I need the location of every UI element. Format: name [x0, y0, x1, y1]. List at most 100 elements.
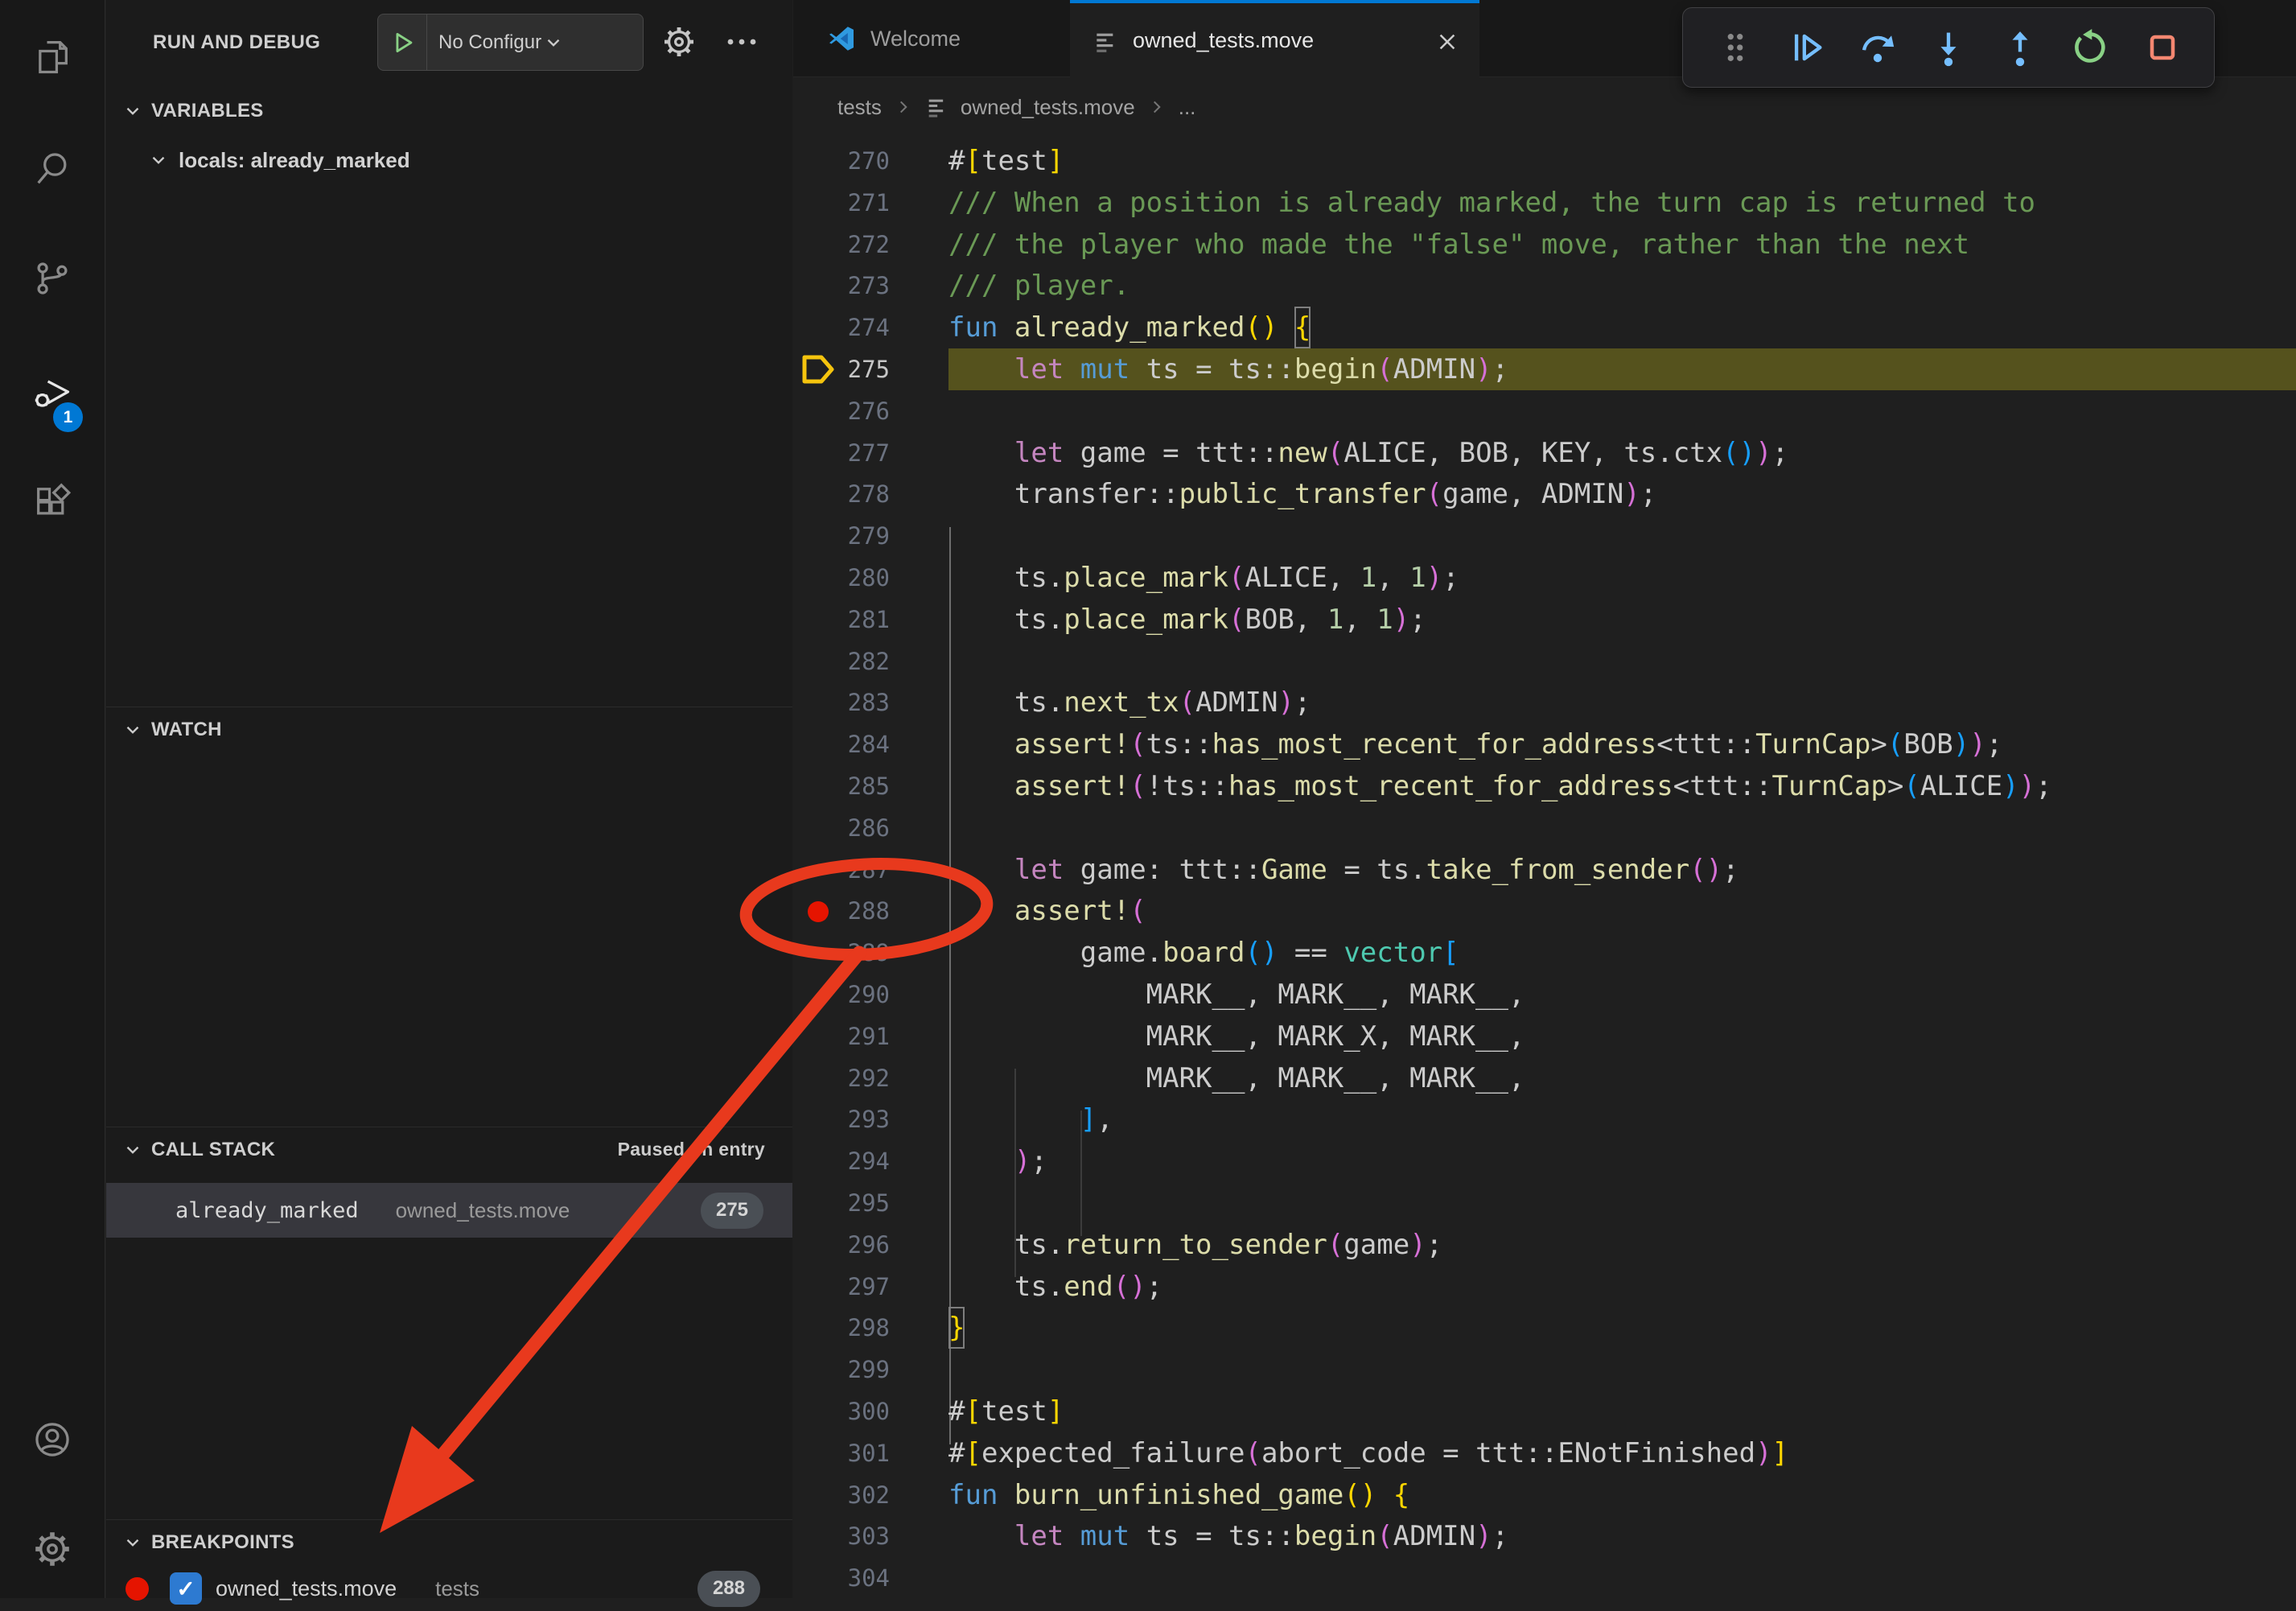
line-number[interactable]: 285: [793, 765, 890, 807]
code-line[interactable]: 299: [793, 1349, 2296, 1391]
explorer-icon[interactable]: [31, 35, 73, 77]
line-number[interactable]: 302: [793, 1474, 890, 1516]
line-number[interactable]: 272: [793, 224, 890, 266]
code-line[interactable]: 271/// When a position is already marked…: [793, 182, 2296, 224]
line-number[interactable]: 276: [793, 390, 890, 432]
tab-owned-tests[interactable]: owned_tests.move: [1070, 0, 1479, 78]
line-number[interactable]: 303: [793, 1515, 890, 1557]
line-number[interactable]: 271: [793, 182, 890, 224]
code-line[interactable]: 278 transfer::public_transfer(game, ADMI…: [793, 473, 2296, 515]
line-number[interactable]: 270: [793, 140, 890, 182]
source-control-icon[interactable]: [31, 258, 73, 299]
close-icon[interactable]: [1433, 27, 1462, 56]
line-number[interactable]: 282: [793, 641, 890, 682]
line-number[interactable]: 273: [793, 265, 890, 307]
code-line[interactable]: 294 );: [793, 1140, 2296, 1182]
code-line[interactable]: 303 let mut ts = ts::begin(ADMIN);: [793, 1515, 2296, 1557]
line-number[interactable]: 287: [793, 849, 890, 891]
launch-config-dropdown[interactable]: No Configur: [377, 14, 644, 71]
section-call-stack[interactable]: CALL STACK Paused on entry: [106, 1127, 792, 1172]
code-line[interactable]: 291 MARK__, MARK_X, MARK__,: [793, 1016, 2296, 1057]
code-line[interactable]: 273/// player.: [793, 265, 2296, 307]
breadcrumb-item-symbol[interactable]: ...: [1179, 95, 1196, 120]
code-line[interactable]: 295: [793, 1182, 2296, 1224]
code-line[interactable]: 292 MARK__, MARK__, MARK__,: [793, 1057, 2296, 1099]
line-number[interactable]: 298: [793, 1307, 890, 1349]
code-line[interactable]: 285 assert!(!ts::has_most_recent_for_add…: [793, 765, 2296, 807]
code-line[interactable]: 296 ts.return_to_sender(game);: [793, 1224, 2296, 1266]
line-number[interactable]: 299: [793, 1349, 890, 1391]
line-number[interactable]: 297: [793, 1266, 890, 1308]
settings-gear-icon[interactable]: [31, 1528, 73, 1570]
code-line[interactable]: 282: [793, 641, 2296, 682]
breakpoint-row[interactable]: ✓ owned_tests.move tests 288: [106, 1566, 792, 1611]
code-line[interactable]: 280 ts.place_mark(ALICE, 1, 1);: [793, 557, 2296, 599]
step-over-icon[interactable]: [1852, 22, 1903, 73]
code-line[interactable]: 289 game.board() == vector[: [793, 932, 2296, 974]
code-line[interactable]: 293 ],: [793, 1098, 2296, 1140]
code-line[interactable]: 301#[expected_failure(abort_code = ttt::…: [793, 1432, 2296, 1474]
line-number[interactable]: 286: [793, 807, 890, 849]
section-variables[interactable]: VARIABLES: [106, 89, 792, 134]
section-breakpoints[interactable]: BREAKPOINTS: [106, 1519, 792, 1564]
line-number[interactable]: 283: [793, 682, 890, 723]
step-into-icon[interactable]: [1923, 22, 1974, 73]
start-debug-icon[interactable]: [389, 29, 417, 56]
code-editor[interactable]: 270#[test]271/// When a position is alre…: [793, 137, 2296, 1598]
breadcrumb-item-folder[interactable]: tests: [837, 95, 882, 120]
code-line[interactable]: 276: [793, 390, 2296, 432]
stop-icon[interactable]: [2137, 22, 2188, 73]
code-line[interactable]: 298}: [793, 1307, 2296, 1349]
line-number[interactable]: 275: [793, 348, 890, 390]
line-number[interactable]: 288: [793, 890, 890, 932]
line-number[interactable]: 277: [793, 432, 890, 474]
code-line[interactable]: 270#[test]: [793, 140, 2296, 182]
line-number[interactable]: 289: [793, 932, 890, 974]
line-number[interactable]: 292: [793, 1057, 890, 1099]
line-number[interactable]: 278: [793, 473, 890, 515]
line-number[interactable]: 293: [793, 1098, 890, 1140]
code-line[interactable]: 288 assert!(: [793, 890, 2296, 932]
code-line[interactable]: 287 let game: ttt::Game = ts.take_from_s…: [793, 849, 2296, 891]
line-number[interactable]: 284: [793, 723, 890, 765]
search-icon[interactable]: [31, 148, 73, 190]
code-line[interactable]: 300#[test]: [793, 1391, 2296, 1432]
toolbar-drag-handle[interactable]: [1710, 22, 1761, 73]
code-line[interactable]: 290 MARK__, MARK__, MARK__,: [793, 974, 2296, 1016]
debug-settings-gear-icon[interactable]: [660, 23, 698, 61]
line-number[interactable]: 304: [793, 1557, 890, 1599]
code-line[interactable]: 304: [793, 1557, 2296, 1599]
code-line[interactable]: 286: [793, 807, 2296, 849]
line-number[interactable]: 291: [793, 1016, 890, 1057]
code-line[interactable]: 283 ts.next_tx(ADMIN);: [793, 682, 2296, 723]
section-watch[interactable]: WATCH: [106, 707, 792, 752]
extensions-icon[interactable]: [31, 481, 73, 523]
line-number[interactable]: 281: [793, 599, 890, 641]
breakpoint-checkbox[interactable]: ✓: [170, 1572, 202, 1605]
continue-icon[interactable]: [1780, 22, 1832, 73]
account-icon[interactable]: [31, 1419, 73, 1461]
line-number[interactable]: 279: [793, 515, 890, 557]
code-line[interactable]: 274fun already_marked() {: [793, 307, 2296, 348]
line-number[interactable]: 294: [793, 1140, 890, 1182]
line-number[interactable]: 301: [793, 1432, 890, 1474]
code-line[interactable]: 297 ts.end();: [793, 1266, 2296, 1308]
step-out-icon[interactable]: [1994, 22, 2046, 73]
call-stack-frame-row[interactable]: already_marked owned_tests.move 275: [106, 1183, 792, 1238]
line-number[interactable]: 295: [793, 1182, 890, 1224]
code-line[interactable]: 277 let game = ttt::new(ALICE, BOB, KEY,…: [793, 432, 2296, 474]
variables-scope-row[interactable]: locals: already_marked: [106, 137, 792, 183]
tab-welcome[interactable]: Welcome: [795, 0, 1070, 77]
restart-icon[interactable]: [2065, 22, 2117, 73]
more-actions-icon[interactable]: [722, 23, 761, 61]
line-number[interactable]: 274: [793, 307, 890, 348]
code-line[interactable]: 302fun burn_unfinished_game() {: [793, 1474, 2296, 1516]
breadcrumb-item-file[interactable]: owned_tests.move: [961, 95, 1135, 120]
code-line[interactable]: 275 let mut ts = ts::begin(ADMIN);: [793, 348, 2296, 390]
code-line[interactable]: 281 ts.place_mark(BOB, 1, 1);: [793, 599, 2296, 641]
line-number[interactable]: 300: [793, 1391, 890, 1432]
line-number[interactable]: 290: [793, 974, 890, 1016]
code-line[interactable]: 272/// the player who made the "false" m…: [793, 224, 2296, 266]
code-line[interactable]: 279: [793, 515, 2296, 557]
line-number[interactable]: 296: [793, 1224, 890, 1266]
